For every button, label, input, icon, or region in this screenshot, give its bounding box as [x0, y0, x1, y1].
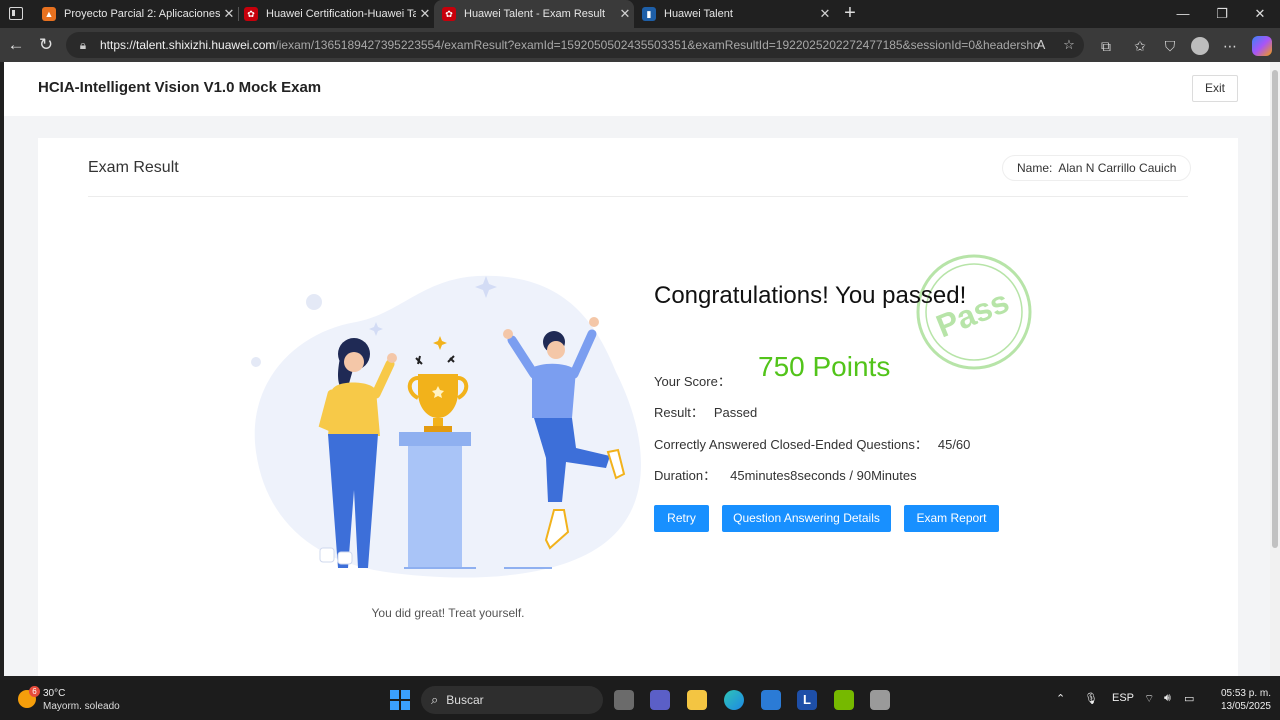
result-row: Result： Passed — [654, 402, 757, 421]
huawei-favicon-icon: ✿ — [442, 7, 456, 21]
page-scrollbar[interactable] — [1270, 62, 1280, 676]
name-value: Alan N Carrillo Cauich — [1058, 161, 1177, 175]
clock-time: 05:53 p. m. — [1220, 688, 1271, 699]
tab-huawei-talent[interactable]: ▮ Huawei Talent ✕ — [634, 0, 834, 28]
clock-date: 13/05/2025 — [1220, 701, 1271, 712]
exam-title: HCIA-Intelligent Vision V1.0 Mock Exam — [38, 79, 322, 96]
result-card: Exam Result Name: Alan N Carrillo Cauich — [38, 138, 1238, 676]
question-details-button[interactable]: Question Answering Details — [722, 505, 891, 532]
maximize-icon[interactable]: ❐ — [1207, 4, 1237, 24]
lenovo-l-icon[interactable]: L — [797, 690, 817, 710]
more-menu-icon[interactable]: ⋯ — [1220, 36, 1240, 56]
retry-button[interactable]: Retry — [654, 505, 709, 532]
refresh-icon[interactable]: ↻ — [35, 34, 57, 56]
browser-tab-bar: ▲ Proyecto Parcial 2: Aplicaciones d ✕ ✿… — [0, 0, 1280, 28]
notepad-icon[interactable] — [870, 690, 890, 710]
exam-report-button[interactable]: Exam Report — [904, 505, 999, 532]
close-tab-icon[interactable]: ✕ — [816, 6, 834, 22]
back-icon[interactable]: ← — [5, 34, 27, 56]
tab-actions-icon[interactable] — [9, 7, 23, 20]
result-label: Result： — [654, 405, 704, 420]
browser-essentials-icon[interactable]: ⛉ — [1160, 36, 1180, 56]
tab-exam-result[interactable]: ✿ Huawei Talent - Exam Result ✕ — [434, 0, 634, 28]
talent-favicon-icon: ▮ — [642, 7, 656, 21]
extensions-icon[interactable]: ⧉ — [1096, 36, 1116, 56]
new-tab-icon[interactable]: + — [840, 2, 860, 24]
file-explorer-icon[interactable] — [687, 690, 707, 710]
correct-value: 45/60 — [937, 437, 971, 452]
url-path: /iexam/1365189427395223554/examResult?ex… — [275, 38, 1040, 52]
weather-temperature[interactable]: 30°C — [43, 688, 65, 699]
score-row: Your Score： — [654, 371, 731, 390]
congrats-heading: Congratulations! You passed! — [654, 282, 967, 309]
scrollbar-thumb[interactable] — [1272, 70, 1278, 548]
duration-label: Duration： — [654, 468, 717, 483]
url-domain: https://talent.shixizhi.huawei.com — [100, 38, 276, 52]
exit-button[interactable]: Exit — [1192, 75, 1238, 102]
tray-chevron-up-icon[interactable]: ⌃ — [1056, 692, 1065, 705]
exam-header: HCIA-Intelligent Vision V1.0 Mock Exam E… — [4, 62, 1270, 116]
name-label: Name: — [1017, 161, 1053, 175]
wifi-icon[interactable]: ⌔ — [1144, 692, 1154, 706]
pass-stamp: Pass — [916, 254, 1032, 370]
correct-row: Correctly Answered Closed-Ended Question… — [654, 434, 970, 453]
weather-condition[interactable]: Mayorm. soleado — [43, 701, 120, 712]
edge-icon[interactable] — [724, 690, 744, 710]
copilot-icon[interactable] — [1252, 36, 1272, 56]
divider — [88, 196, 1188, 197]
moodle-favicon-icon: ▲ — [42, 7, 56, 21]
score-value: 750 Points — [758, 351, 891, 382]
profile-avatar[interactable] — [1191, 37, 1209, 55]
close-tab-icon[interactable]: ✕ — [616, 6, 634, 22]
card-title: Exam Result — [88, 159, 179, 176]
name-badge: Name: Alan N Carrillo Cauich — [1002, 155, 1192, 181]
score-label: Your Score： — [654, 374, 731, 389]
huawei-favicon-icon: ✿ — [244, 7, 258, 21]
tab-huawei-certification[interactable]: ✿ Huawei Certification-Huawei Talen ✕ — [236, 0, 434, 28]
input-language[interactable]: ESP — [1112, 692, 1134, 704]
weather-badge: 6 — [29, 686, 40, 697]
read-aloud-icon[interactable]: A — [1032, 36, 1050, 54]
page-viewport: HCIA-Intelligent Vision V1.0 Mock Exam E… — [4, 62, 1270, 676]
system-clock[interactable]: 05:53 p. m. 13/05/2025 — [1205, 687, 1271, 713]
tab-proyecto[interactable]: ▲ Proyecto Parcial 2: Aplicaciones d ✕ — [34, 0, 238, 28]
close-window-icon[interactable]: ✕ — [1245, 4, 1275, 24]
illustration-caption: You did great! Treat yourself. — [371, 606, 525, 620]
volume-icon[interactable]: 🔊︎ — [1164, 692, 1171, 705]
task-view-icon[interactable] — [614, 690, 634, 710]
minimize-icon[interactable]: — — [1168, 4, 1198, 24]
search-placeholder: Buscar — [446, 693, 484, 707]
battery-icon[interactable]: ▭ — [1184, 692, 1194, 705]
nvidia-icon[interactable] — [834, 690, 854, 710]
correct-label: Correctly Answered Closed-Ended Question… — [654, 437, 928, 452]
favorites-icon[interactable]: ✩ — [1130, 36, 1150, 56]
duration-row: Duration： 45minutes8seconds / 90Minutes — [654, 465, 917, 484]
address-bar-row: ← ↻ 🔒︎ https://talent.shixizhi.huawei.co… — [0, 28, 1280, 62]
favorite-star-icon[interactable]: ☆ — [1060, 36, 1078, 54]
search-icon: ⌕ — [431, 692, 439, 707]
microphone-icon[interactable]: 🎙︎ — [1084, 692, 1098, 705]
site-info-icon[interactable]: 🔒︎ — [76, 38, 90, 52]
celebration-illustration — [251, 275, 641, 578]
teams-icon[interactable] — [650, 690, 670, 710]
close-tab-icon[interactable]: ✕ — [416, 6, 434, 22]
url-field[interactable]: 🔒︎ https://talent.shixizhi.huawei.com/ie… — [66, 32, 1084, 58]
start-windows-icon[interactable] — [390, 690, 410, 710]
duration-value: 45minutes8seconds / 90Minutes — [730, 468, 917, 483]
result-value: Passed — [713, 405, 758, 420]
windows-taskbar: 6 30°C Mayorm. soleado ⌕ Buscar L ⌃ 🎙︎ E… — [0, 680, 1280, 720]
taskbar-search[interactable]: ⌕ Buscar — [421, 686, 603, 714]
store-icon[interactable] — [761, 690, 781, 710]
